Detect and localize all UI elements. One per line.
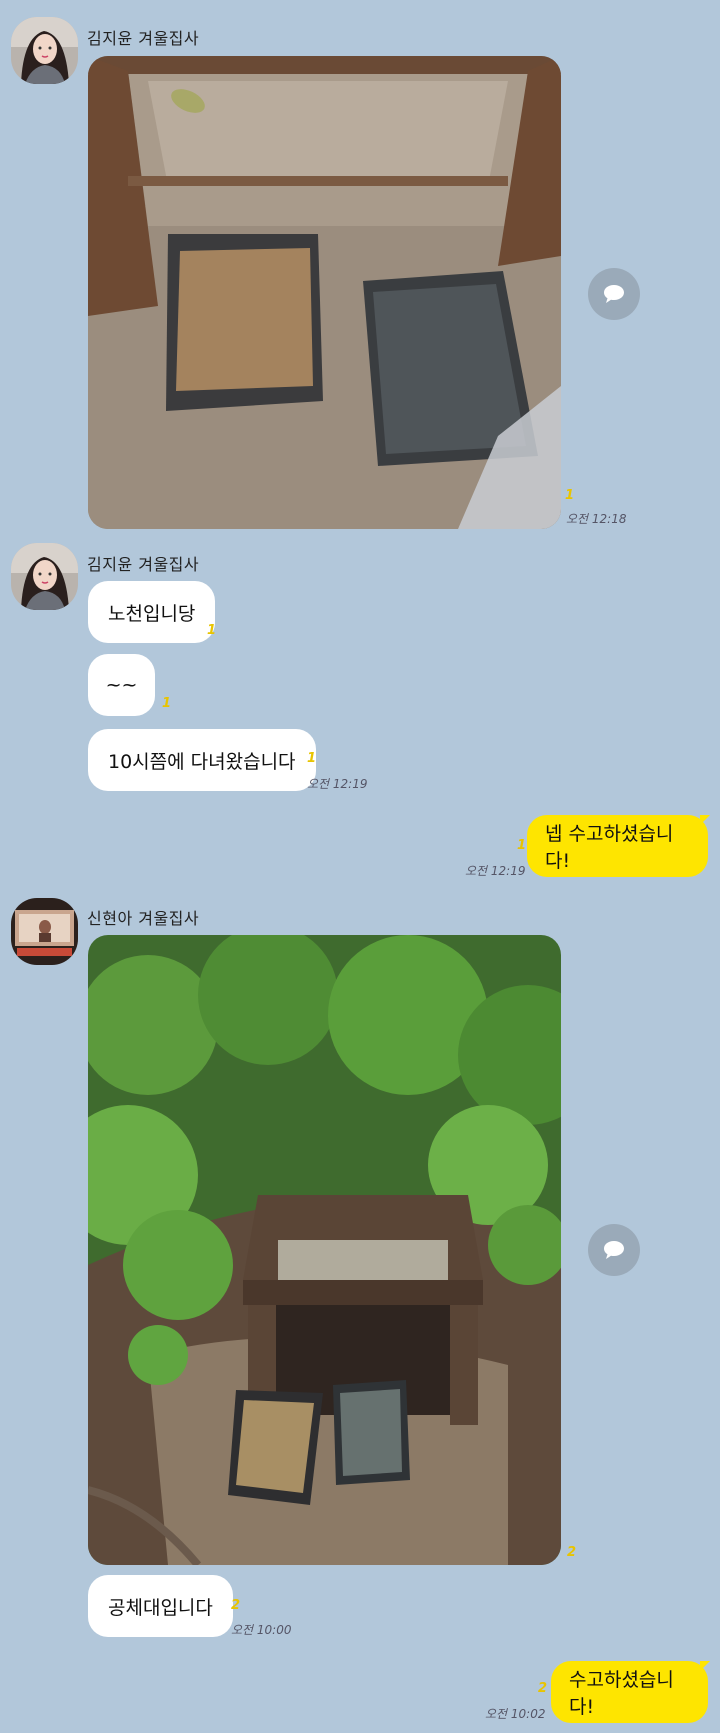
timestamp: 오전 12:19 <box>465 864 526 878</box>
speech-bubble-icon <box>604 285 624 303</box>
timestamp: 오전 12:19 <box>307 777 368 791</box>
share-button[interactable] <box>588 1224 640 1276</box>
message-bubble[interactable]: 10시쯤에 다녀왔습니다 <box>88 729 316 791</box>
photo-feeding-station-1[interactable] <box>88 56 561 529</box>
unread-count: 1 <box>162 696 172 711</box>
message-bubble-outgoing[interactable]: 수고하셨습니다! <box>551 1661 708 1723</box>
timestamp: 오전 10:00 <box>231 1623 292 1637</box>
message-bubble[interactable]: 노천입니당 <box>88 581 216 643</box>
avatar-kimjiyun[interactable] <box>11 543 78 610</box>
bubble-tail <box>700 815 710 825</box>
timestamp: 오전 12:18 <box>566 512 627 526</box>
bubble-tail <box>700 1661 710 1671</box>
sender-name: 김지윤 겨울집사 <box>87 29 200 48</box>
message-bubble-outgoing[interactable]: 넵 수고하셨습니다! <box>527 815 708 877</box>
avatar-shinhyuna[interactable] <box>11 898 78 965</box>
message-bubble[interactable]: ~~ <box>88 654 155 716</box>
share-button[interactable] <box>588 268 640 320</box>
avatar-kimjiyun[interactable] <box>11 17 78 84</box>
timestamp: 오전 10:02 <box>485 1707 546 1721</box>
sender-name: 김지윤 겨울집사 <box>87 555 200 574</box>
unread-count: 2 <box>567 1545 577 1560</box>
sender-name: 신현아 겨울집사 <box>87 909 200 928</box>
speech-bubble-icon <box>604 1241 624 1259</box>
unread-count: 2 <box>231 1598 241 1613</box>
message-bubble[interactable]: 공체대입니다 <box>88 1575 233 1637</box>
unread-count: 2 <box>538 1681 548 1696</box>
unread-count: 1 <box>207 623 217 638</box>
unread-count: 1 <box>517 838 527 853</box>
photo-feeding-station-2[interactable] <box>88 935 561 1565</box>
unread-count: 1 <box>307 751 317 766</box>
unread-count: 1 <box>565 488 575 503</box>
